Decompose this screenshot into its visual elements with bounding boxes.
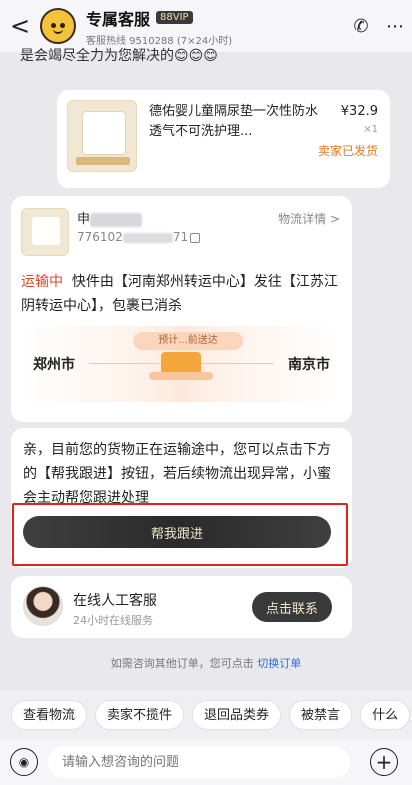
avatar-smile (53, 29, 63, 34)
from-city: 郑州市 (33, 357, 75, 373)
logistics-detail-link[interactable]: 物流详情 > (278, 210, 340, 227)
tracking-suffix: 71 (172, 230, 189, 244)
tracking-number: 776102 71 (77, 230, 201, 244)
previous-message: 是会竭尽全力为您解决的😊😊😊 (20, 48, 218, 64)
plus-icon[interactable]: + (370, 748, 398, 776)
product-image-package (82, 111, 126, 155)
help-message: 亲，目前您的货物正在运输途中，您可以点击下方的【帮我跟进】按钮，若后续物流出现异… (23, 442, 331, 506)
hotline-subtitle: 客服热线 9510288 (7×24小时) (86, 35, 233, 47)
back-icon[interactable]: < (0, 0, 40, 52)
logistics-description: 运输中 快件由【河南郑州转运中心】发往【江苏江阴转运中心】，包裹已消杀 (21, 270, 341, 318)
to-city: 南京市 (288, 357, 330, 373)
avatar-eye-right (60, 23, 65, 28)
avatar-eye-left (51, 23, 56, 28)
switch-order-link[interactable]: 切换订单 (257, 657, 301, 670)
product-name: 德佑婴儿童隔尿垫一次性防水透气不可洗护理... (149, 104, 319, 139)
receiver-prefix: 申 (77, 212, 91, 227)
receiver-name: 申 (77, 208, 143, 227)
page-title: 专属客服 (86, 9, 151, 29)
logistics-card[interactable]: 申 776102 71 物流详情 > 运输中 快件由【河南郑州转运中心】发往【江苏… (11, 196, 352, 422)
logistics-product-image (21, 208, 69, 256)
voice-icon[interactable]: ◉ (10, 748, 38, 776)
route-map: 预计...前送达 郑州市 南京市 (21, 326, 342, 402)
chip-what[interactable]: 什么 (360, 700, 411, 730)
redacted-name (90, 212, 143, 227)
product-image (67, 100, 137, 172)
header-titles: 专属客服 88VIP 客服热线 9510288 (7×24小时) (86, 6, 344, 47)
switch-order-tip: 如需咨询其他订单，您可点击 切换订单 (0, 655, 412, 671)
chip-check-logistics[interactable]: 查看物流 (11, 700, 88, 730)
chip-return-coupon[interactable]: 退回品类券 (192, 700, 282, 730)
agent-name: 在线人工客服 (73, 593, 157, 609)
title-row: 专属客服 88VIP (86, 6, 344, 30)
product-price: ¥32.9 (340, 104, 378, 119)
logistics-image-package (32, 217, 60, 245)
contact-button[interactable]: 点击联系 (252, 592, 332, 622)
tracking-prefix: 776102 (77, 230, 123, 244)
service-avatar (40, 8, 76, 44)
shipping-status: 卖家已发货 (317, 144, 378, 158)
chip-muted[interactable]: 被禁言 (289, 700, 353, 730)
redacted-number (122, 232, 173, 243)
message-input[interactable] (48, 746, 350, 778)
copy-icon[interactable] (190, 232, 201, 243)
agent-availability: 24小时在线服务 (73, 614, 153, 627)
chat-header: < 专属客服 88VIP 客服热线 9510288 (7×24小时) ✆ ⋯ (0, 0, 412, 52)
quick-reply-bar: 查看物流 卖家不揽件 退回品类券 被禁言 什么 (0, 690, 412, 740)
agent-avatar (23, 586, 63, 626)
transit-detail: 快件由【河南郑州转运中心】发往【江苏江阴转运中心】，包裹已消杀 (21, 274, 338, 314)
phone-icon[interactable]: ✆ (344, 0, 378, 52)
eta-tag: 预计...前送达 (133, 332, 243, 350)
product-card[interactable]: 德佑婴儿童隔尿垫一次性防水透气不可洗护理... ¥32.9 ×1 卖家已发货 (57, 90, 390, 188)
truck-icon (149, 352, 213, 380)
switch-order-text: 如需咨询其他订单，您可点击 (110, 657, 254, 670)
follow-up-button[interactable]: 帮我跟进 (23, 516, 331, 548)
more-icon[interactable]: ⋯ (378, 0, 412, 52)
vip-badge: 88VIP (156, 11, 193, 24)
transit-status: 运输中 (21, 274, 63, 290)
human-service-card[interactable]: 在线人工客服 24小时在线服务 点击联系 (11, 576, 352, 638)
product-quantity: ×1 (363, 124, 378, 135)
chip-seller-not-pickup[interactable]: 卖家不揽件 (95, 700, 185, 730)
product-image-label (76, 157, 130, 165)
input-bar: ◉ + (0, 740, 412, 785)
